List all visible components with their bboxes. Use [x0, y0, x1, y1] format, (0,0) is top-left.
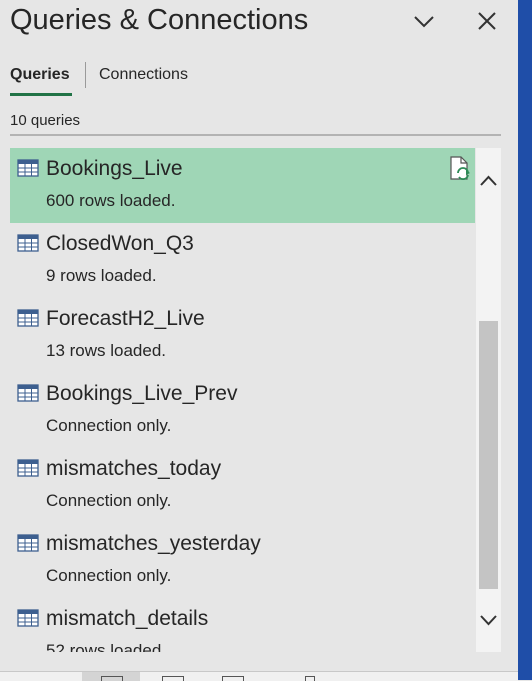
- query-item[interactable]: ClosedWon_Q3 9 rows loaded.: [10, 223, 475, 298]
- query-name: mismatches_today: [46, 457, 222, 480]
- table-icon: [17, 534, 39, 552]
- pane-title: Queries & Connections: [10, 4, 309, 36]
- query-list: Bookings_Live 600 rows loaded. ClosedWon…: [10, 148, 475, 652]
- table-icon: [17, 234, 39, 252]
- table-icon: [17, 309, 39, 327]
- query-status: Connection only.: [46, 416, 172, 435]
- table-icon: [17, 609, 39, 627]
- tab-separator: [85, 62, 86, 88]
- table-icon: [17, 459, 39, 477]
- query-status: 600 rows loaded.: [46, 191, 176, 210]
- more-icon[interactable]: [305, 676, 315, 681]
- table-icon: [17, 384, 39, 402]
- scroll-down-button[interactable]: [476, 609, 501, 631]
- refresh-document-icon[interactable]: [449, 156, 471, 182]
- close-icon: [478, 12, 496, 30]
- chevron-up-icon: [480, 175, 497, 186]
- collapse-pane-button[interactable]: [411, 8, 437, 34]
- query-item[interactable]: Bookings_Live_Prev Connection only.: [10, 373, 475, 448]
- query-item[interactable]: Bookings_Live 600 rows loaded.: [10, 148, 475, 223]
- table-icon[interactable]: [222, 676, 244, 681]
- query-name: Bookings_Live: [46, 157, 183, 180]
- close-pane-button[interactable]: [474, 8, 500, 34]
- table-icon[interactable]: [162, 676, 184, 681]
- query-name: ClosedWon_Q3: [46, 232, 194, 255]
- scroll-up-button[interactable]: [476, 170, 501, 192]
- query-status: 9 rows loaded.: [46, 266, 157, 285]
- query-name: mismatch_details: [46, 607, 209, 630]
- query-status: 52 rows loaded.: [46, 641, 167, 652]
- vertical-scrollbar[interactable]: [476, 148, 501, 652]
- query-status: 13 rows loaded.: [46, 341, 167, 360]
- table-icon[interactable]: [101, 676, 123, 681]
- scroll-thumb[interactable]: [479, 321, 498, 589]
- query-count: 10 queries: [10, 112, 81, 129]
- chevron-down-icon: [480, 615, 497, 626]
- query-item[interactable]: mismatch_details 52 rows loaded.: [10, 598, 475, 652]
- chevron-down-icon: [414, 16, 434, 28]
- query-item[interactable]: ForecastH2_Live 13 rows loaded.: [10, 298, 475, 373]
- table-icon: [17, 159, 39, 177]
- query-name: Bookings_Live_Prev: [46, 382, 238, 405]
- tab-connections[interactable]: Connections: [99, 66, 188, 84]
- query-status: Connection only.: [46, 491, 172, 510]
- query-name: mismatches_yesterday: [46, 532, 261, 555]
- tab-queries[interactable]: Queries: [10, 66, 70, 84]
- query-status: Connection only.: [46, 566, 172, 585]
- query-item[interactable]: mismatches_yesterday Connection only.: [10, 523, 475, 598]
- query-item[interactable]: mismatches_today Connection only.: [10, 448, 475, 523]
- active-tab-indicator: [10, 93, 72, 96]
- query-name: ForecastH2_Live: [46, 307, 205, 330]
- window-edge: [518, 0, 532, 680]
- divider: [10, 134, 501, 136]
